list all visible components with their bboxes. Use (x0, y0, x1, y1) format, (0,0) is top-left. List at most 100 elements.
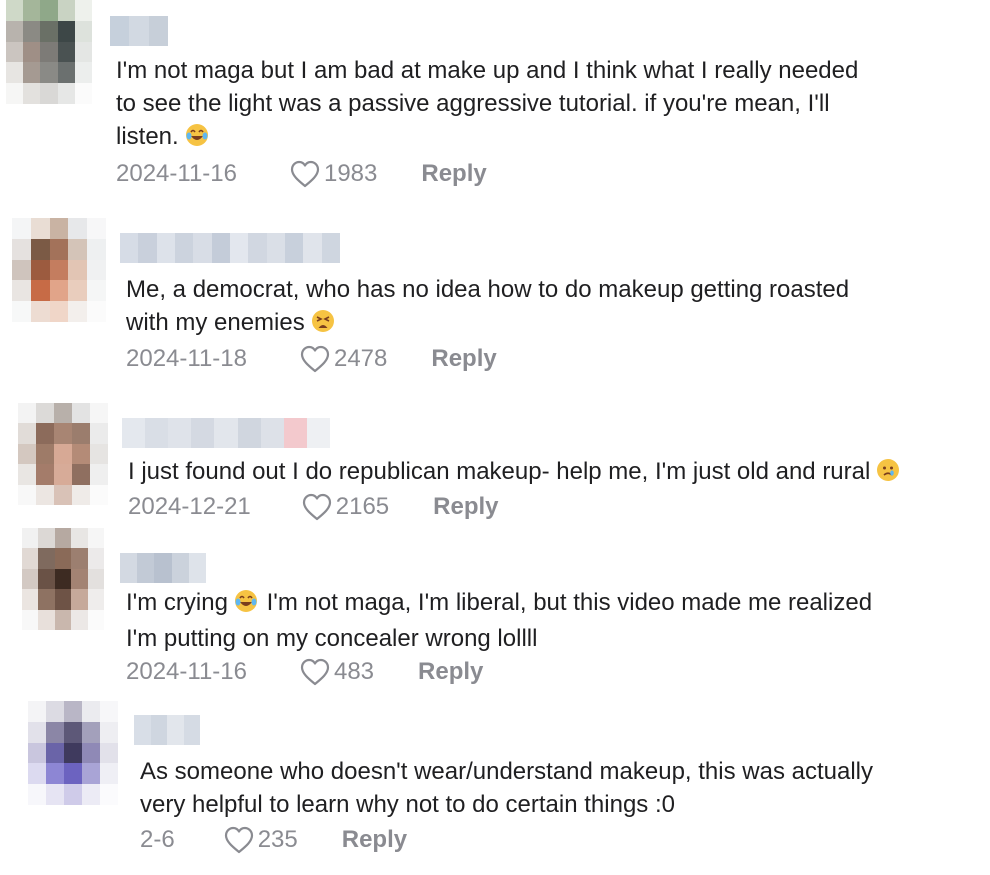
avatar-pixel (100, 721, 118, 743)
reply-button[interactable]: Reply (342, 826, 407, 854)
username-pixel (129, 16, 149, 46)
username-blurred[interactable] (110, 16, 168, 46)
avatar-pixel (23, 83, 41, 104)
like-button[interactable]: 483 (299, 657, 374, 687)
username-blurred[interactable] (120, 553, 206, 583)
avatar-pixel (6, 83, 24, 104)
avatar-pixel (68, 238, 88, 260)
avatar-pixel (30, 301, 50, 322)
comment-date: 2024-11-16 (126, 658, 247, 685)
username-pixel (145, 418, 169, 448)
username-blurred[interactable] (122, 418, 330, 448)
weary-face-emoji (311, 309, 335, 342)
avatar-pixel (64, 742, 82, 764)
reply-button[interactable]: Reply (433, 493, 498, 521)
avatar-pixel (90, 443, 108, 465)
username-pixel (167, 715, 184, 745)
avatar[interactable] (12, 218, 106, 322)
username-pixel (188, 553, 206, 583)
username-pixel (211, 233, 230, 263)
reply-button[interactable]: Reply (431, 345, 496, 373)
like-button[interactable]: 2165 (301, 492, 389, 522)
like-count: 483 (333, 658, 375, 685)
avatar-pixel (40, 83, 58, 104)
avatar-pixel (87, 259, 106, 281)
avatar-pixel (71, 528, 88, 549)
username-pixel (175, 233, 194, 263)
avatar-pixel (36, 403, 54, 424)
avatar-pixel (57, 20, 75, 42)
like-button[interactable]: 2478 (299, 344, 387, 374)
avatar-pixel (36, 484, 54, 505)
heart-outline-icon[interactable] (223, 825, 255, 855)
comment-meta: 2024-11-16 1983 Reply (116, 156, 487, 192)
comment-item: Me, a democrat, who has no idea how to d… (0, 210, 990, 390)
avatar[interactable] (22, 528, 104, 630)
comment-text: I'm not maga but I am bad at make up and… (116, 54, 976, 156)
avatar-pixel (46, 721, 64, 743)
avatar-pixel (6, 62, 24, 84)
avatar-pixel (12, 238, 31, 260)
avatar-pixel (64, 763, 82, 785)
heart-outline-icon[interactable] (301, 492, 333, 522)
avatar-pixel (87, 280, 106, 302)
username-pixel (154, 553, 172, 583)
heart-outline-icon[interactable] (299, 344, 331, 374)
avatar-pixel (54, 403, 72, 424)
avatar-pixel (28, 742, 46, 764)
avatar-pixel (49, 259, 69, 281)
like-button[interactable]: 1983 (289, 159, 377, 189)
avatar-pixel (64, 721, 82, 743)
avatar-pixel (57, 62, 75, 84)
comment-meta: 2024-12-21 2165 Reply (128, 489, 499, 525)
avatar[interactable] (6, 0, 92, 104)
avatar-pixel (18, 423, 36, 444)
reply-button[interactable]: Reply (421, 160, 486, 188)
comment-item: As someone who doesn't wear/understand m… (0, 695, 990, 875)
avatar-pixel (40, 62, 58, 84)
like-button[interactable]: 235 (223, 825, 298, 855)
avatar-pixel (100, 701, 118, 722)
avatar-pixel (87, 548, 104, 569)
avatar[interactable] (28, 701, 118, 805)
reply-button[interactable]: Reply (418, 658, 483, 686)
avatar-pixel (22, 609, 39, 630)
avatar-pixel (49, 218, 69, 239)
avatar-pixel (74, 0, 92, 21)
avatar-pixel (87, 528, 104, 549)
comment-text: I'm crying I'm not maga, I'm liberal, bu… (126, 589, 873, 652)
avatar-pixel (30, 218, 50, 239)
avatar-pixel (28, 721, 46, 743)
comment-date: 2-6 (140, 826, 175, 853)
avatar-pixel (74, 41, 92, 63)
avatar-pixel (87, 609, 104, 630)
username-blurred[interactable] (134, 715, 200, 745)
heart-outline-icon[interactable] (289, 159, 321, 189)
comment-item: I'm not maga but I am bad at make up and… (0, 0, 990, 200)
username-pixel (137, 553, 155, 583)
avatar-pixel (87, 301, 106, 322)
avatar-pixel (54, 464, 72, 485)
username-pixel (193, 233, 212, 263)
username-pixel (266, 233, 285, 263)
avatar-pixel (57, 41, 75, 63)
avatar-pixel (71, 609, 88, 630)
like-count: 1983 (323, 160, 378, 187)
avatar-pixel (87, 218, 106, 239)
avatar-pixel (82, 784, 100, 805)
laughing-crying-emoji (185, 123, 209, 156)
avatar-pixel (22, 548, 39, 569)
username-blurred[interactable] (120, 233, 340, 263)
avatar-pixel (6, 20, 24, 42)
heart-outline-icon[interactable] (299, 657, 331, 687)
avatar-pixel (64, 784, 82, 805)
username-pixel (191, 418, 215, 448)
avatar-pixel (46, 784, 64, 805)
avatar-pixel (46, 742, 64, 764)
avatar-pixel (54, 609, 72, 630)
avatar-pixel (54, 423, 72, 444)
avatar-pixel (82, 721, 100, 743)
avatar[interactable] (18, 403, 108, 505)
avatar-pixel (36, 464, 54, 485)
comment-item: I'm crying I'm not maga, I'm liberal, bu… (0, 525, 990, 695)
